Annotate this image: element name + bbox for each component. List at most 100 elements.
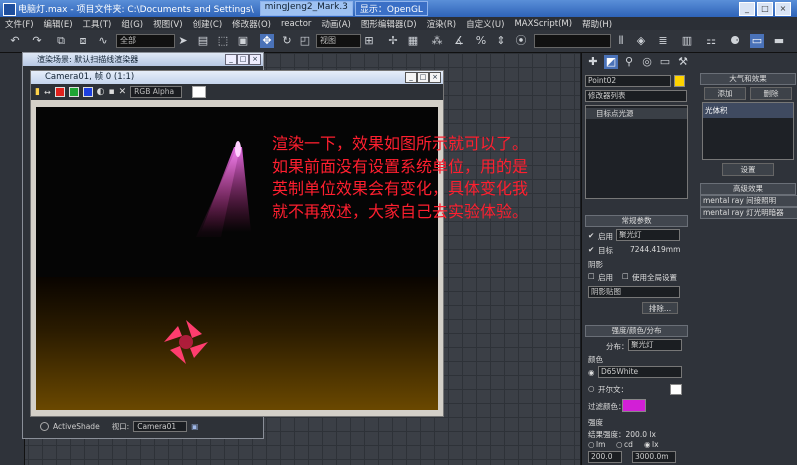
menu-animation[interactable]: 动画(A) <box>316 18 355 30</box>
mirror-icon[interactable]: ⫴ <box>614 34 628 48</box>
edit-named-selection-icon[interactable]: ⦿ <box>514 34 528 48</box>
percent-snap-icon[interactable]: % <box>474 34 488 48</box>
create-tab-icon[interactable]: ✚ <box>586 55 600 69</box>
clone-window-icon[interactable]: ↔ <box>44 88 51 97</box>
kelvin-radio[interactable]: ○ <box>588 384 595 393</box>
distribution-dropdown[interactable]: 聚光灯 <box>628 339 682 351</box>
menu-reactor[interactable]: reactor <box>276 19 316 29</box>
close-icon[interactable]: × <box>249 54 261 65</box>
minimize-icon[interactable]: _ <box>225 54 237 65</box>
bind-spacewarp-icon[interactable]: ∿ <box>96 34 110 48</box>
window-crossing-icon[interactable]: ▣ <box>236 34 250 48</box>
setup-button[interactable]: 设置 <box>722 163 774 176</box>
stack-item[interactable]: 目标点光源 <box>586 108 687 119</box>
alpha-channel-icon[interactable]: ◐ <box>97 87 105 97</box>
activeshade-radio[interactable] <box>40 421 49 431</box>
select-region-icon[interactable]: ⬚ <box>216 34 230 48</box>
mr-shader-rollout[interactable]: mental ray 灯光明暗器 <box>700 207 797 219</box>
redo-icon[interactable]: ↷ <box>30 34 44 48</box>
swatch-white[interactable] <box>192 86 207 98</box>
manipulate-icon[interactable]: ✢ <box>386 34 400 48</box>
display-tab-icon[interactable]: ▭ <box>658 55 672 69</box>
snaps-toggle-icon[interactable]: ⁂ <box>430 34 444 48</box>
light-type-dropdown[interactable]: 聚光灯 <box>616 229 680 241</box>
title-tab-2[interactable]: 显示：OpenGL <box>354 1 428 16</box>
utilities-tab-icon[interactable]: ⚒ <box>676 55 690 69</box>
maximize-icon[interactable]: □ <box>237 54 249 65</box>
menu-graph-editors[interactable]: 图形编辑器(D) <box>356 18 422 30</box>
angle-snap-icon[interactable]: ∡ <box>452 34 466 48</box>
general-parameters-rollout[interactable]: 常规参数 <box>585 215 688 227</box>
filter-color-swatch[interactable] <box>622 399 646 412</box>
modifier-stack[interactable]: 目标点光源 <box>585 105 688 199</box>
schematic-view-icon[interactable]: ⚏ <box>704 34 718 48</box>
pivot-center-icon[interactable]: ⊞ <box>362 34 376 48</box>
rotate-icon[interactable]: ↻ <box>280 34 294 48</box>
color-preset-dropdown[interactable]: D65White <box>598 366 682 378</box>
menu-create[interactable]: 创建(C) <box>188 18 228 30</box>
menu-group[interactable]: 组(G) <box>116 18 148 30</box>
red-channel-toggle[interactable] <box>54 87 65 97</box>
title-tab-1[interactable]: mingJeng2_Mark.3 <box>259 1 353 16</box>
object-name-field[interactable]: Point02 <box>585 75 671 87</box>
unit-lm-radio[interactable]: ○ <box>588 440 595 449</box>
menu-maxscript[interactable]: MAXScript(M) <box>509 19 577 29</box>
distance-value-field[interactable]: 3000.0m <box>632 451 676 463</box>
menu-file[interactable]: 文件(F) <box>0 18 39 30</box>
close-icon[interactable]: × <box>429 72 441 83</box>
undo-icon[interactable]: ↶ <box>8 34 22 48</box>
light-on-checkbox[interactable]: ✔ <box>588 231 594 240</box>
save-image-icon[interactable]: ▮ <box>35 87 40 97</box>
targeted-checkbox[interactable]: ✔ <box>588 245 594 254</box>
reference-coord-dropdown[interactable]: 视图 <box>316 34 361 48</box>
render-scene-icon[interactable]: ▭ <box>750 34 764 48</box>
quick-render-icon[interactable]: ▬ <box>772 34 786 48</box>
object-color-swatch[interactable] <box>674 75 685 87</box>
intensity-value-field[interactable]: 200.0 <box>588 451 622 463</box>
clear-icon[interactable]: ✕ <box>119 87 127 97</box>
effects-list-item[interactable]: 光体积 <box>703 103 793 118</box>
shadows-on-checkbox[interactable]: ☐ <box>588 272 595 281</box>
green-channel-toggle[interactable] <box>68 87 79 97</box>
maximize-icon[interactable]: □ <box>417 72 429 83</box>
select-by-name-icon[interactable]: ▤ <box>196 34 210 48</box>
move-icon[interactable]: ✥ <box>260 34 274 48</box>
unit-cd-radio[interactable]: ○ <box>616 440 623 449</box>
menu-help[interactable]: 帮助(H) <box>577 18 617 30</box>
select-object-icon[interactable]: ➤ <box>176 34 190 48</box>
modify-tab-icon[interactable]: ◩ <box>604 55 618 69</box>
atmospheres-rollout[interactable]: 大气和效果 <box>700 73 796 85</box>
unit-lx-radio[interactable]: ◉ <box>644 440 651 449</box>
effects-list[interactable]: 光体积 <box>702 102 794 160</box>
menu-tools[interactable]: 工具(T) <box>78 18 117 30</box>
mr-indirect-rollout[interactable]: mental ray 间接照明 <box>700 195 797 207</box>
viewport-dropdown[interactable]: Camera01 <box>133 420 188 432</box>
kelvin-swatch[interactable] <box>670 384 682 395</box>
layer-manager-icon[interactable]: ≣ <box>656 34 670 48</box>
menu-edit[interactable]: 编辑(E) <box>39 18 78 30</box>
modifier-list-dropdown[interactable]: 修改器列表 <box>585 90 687 102</box>
shadow-type-dropdown[interactable]: 阴影贴图 <box>588 286 680 298</box>
hierarchy-tab-icon[interactable]: ⚲ <box>622 55 636 69</box>
add-effect-button[interactable]: 添加 <box>704 87 746 100</box>
preset-radio[interactable]: ◉ <box>588 368 595 377</box>
material-editor-icon[interactable]: ⚈ <box>728 34 742 48</box>
curve-editor-icon[interactable]: ▥ <box>680 34 694 48</box>
advanced-effects-rollout[interactable]: 高级效果 <box>700 183 796 195</box>
monochrome-icon[interactable]: ▪ <box>109 87 115 97</box>
channel-dropdown[interactable]: RGB Alpha <box>130 86 183 98</box>
motion-tab-icon[interactable]: ◎ <box>640 55 654 69</box>
select-link-icon[interactable]: ⧉ <box>54 34 68 48</box>
menu-modifiers[interactable]: 修改器(O) <box>227 18 276 30</box>
menu-customize[interactable]: 自定义(U) <box>461 18 509 30</box>
delete-effect-button[interactable]: 删除 <box>750 87 792 100</box>
blue-channel-toggle[interactable] <box>82 87 93 97</box>
scale-icon[interactable]: ◰ <box>298 34 312 48</box>
minimize-icon[interactable]: _ <box>739 2 755 16</box>
maximize-icon[interactable]: □ <box>757 2 773 16</box>
intensity-rollout[interactable]: 强度/颜色/分布 <box>585 325 688 337</box>
use-global-checkbox[interactable]: ☐ <box>622 272 629 281</box>
named-selection-dropdown[interactable] <box>534 34 611 48</box>
spinner-snap-icon[interactable]: ⇕ <box>494 34 508 48</box>
menu-rendering[interactable]: 渲染(R) <box>422 18 462 30</box>
